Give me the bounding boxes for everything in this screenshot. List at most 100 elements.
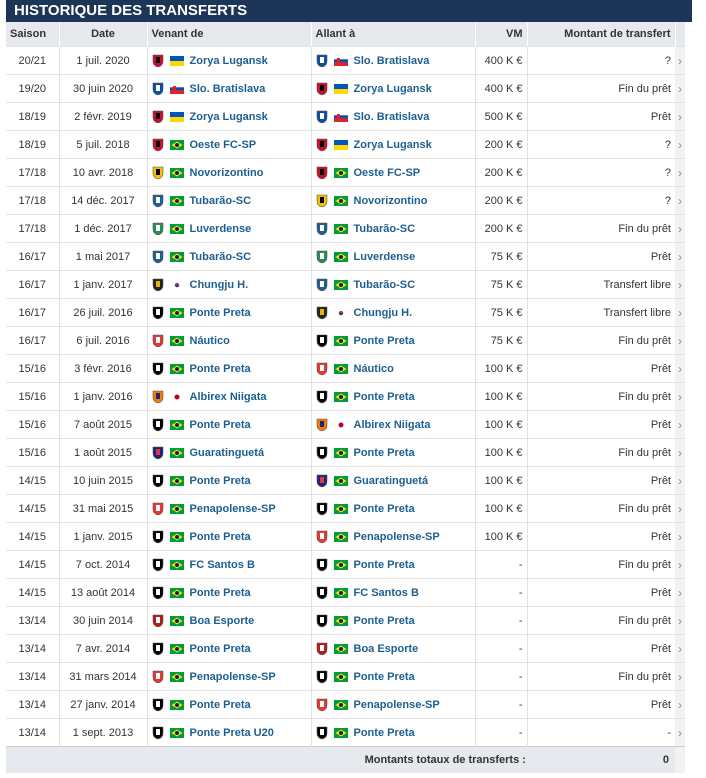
chevron-right-icon[interactable]: › — [675, 214, 685, 243]
table-row[interactable]: 15/16 3 févr. 2016 Ponte Preta Náutico 1… — [6, 354, 685, 383]
club-crest-icon[interactable] — [316, 670, 328, 684]
club-crest-icon[interactable] — [316, 614, 328, 628]
table-row[interactable]: 16/17 26 juil. 2016 Ponte Preta Chungju … — [6, 298, 685, 327]
from-club-link[interactable]: Albirex Niigata — [190, 391, 267, 403]
from-club-link[interactable]: Zorya Lugansk — [190, 55, 268, 67]
club-crest-icon[interactable] — [152, 166, 164, 180]
from-club-link[interactable]: Tubarão-SC — [190, 195, 252, 207]
from-club-link[interactable]: Oeste FC-SP — [190, 139, 257, 151]
from-club-link[interactable]: Ponte Preta — [190, 643, 251, 655]
club-crest-icon[interactable] — [316, 446, 328, 460]
to-club-link[interactable]: Ponte Preta — [354, 447, 415, 459]
club-crest-icon[interactable] — [152, 698, 164, 712]
club-crest-icon[interactable] — [152, 222, 164, 236]
club-crest-icon[interactable] — [152, 110, 164, 124]
club-crest-icon[interactable] — [316, 54, 328, 68]
chevron-right-icon[interactable]: › — [675, 662, 685, 691]
club-crest-icon[interactable] — [316, 642, 328, 656]
to-club-link[interactable]: Zorya Lugansk — [354, 139, 432, 151]
table-row[interactable]: 16/17 1 mai 2017 Tubarão-SC Luverdense 7… — [6, 242, 685, 271]
club-crest-icon[interactable] — [316, 138, 328, 152]
to-club-link[interactable]: Zorya Lugansk — [354, 83, 432, 95]
to-club-link[interactable]: Penapolense-SP — [354, 699, 440, 711]
table-row[interactable]: 15/16 1 janv. 2016 Albirex Niigata Ponte… — [6, 382, 685, 411]
from-club-link[interactable]: Ponte Preta — [190, 419, 251, 431]
table-row[interactable]: 14/15 10 juin 2015 Ponte Preta Guarating… — [6, 466, 685, 495]
club-crest-icon[interactable] — [152, 250, 164, 264]
club-crest-icon[interactable] — [316, 530, 328, 544]
from-club-link[interactable]: Ponte Preta — [190, 475, 251, 487]
to-club-link[interactable]: Tubarão-SC — [354, 279, 416, 291]
club-crest-icon[interactable] — [316, 334, 328, 348]
to-club-link[interactable]: Tubarão-SC — [354, 223, 416, 235]
from-club-link[interactable]: Slo. Bratislava — [190, 83, 266, 95]
table-row[interactable]: 20/21 1 juil. 2020 Zorya Lugansk Slo. Br… — [6, 46, 685, 75]
chevron-right-icon[interactable]: › — [675, 606, 685, 635]
table-row[interactable]: 13/14 27 janv. 2014 Ponte Preta Penapole… — [6, 690, 685, 719]
chevron-right-icon[interactable]: › — [675, 242, 685, 271]
club-crest-icon[interactable] — [316, 306, 328, 320]
to-club-link[interactable]: Ponte Preta — [354, 559, 415, 571]
from-club-link[interactable]: Ponte Preta — [190, 587, 251, 599]
chevron-right-icon[interactable]: › — [675, 578, 685, 607]
club-crest-icon[interactable] — [152, 82, 164, 96]
to-club-link[interactable]: Boa Esporte — [354, 643, 419, 655]
to-club-link[interactable]: Guaratinguetá — [354, 475, 429, 487]
to-club-link[interactable]: Penapolense-SP — [354, 531, 440, 543]
from-club-link[interactable]: Luverdense — [190, 223, 252, 235]
club-crest-icon[interactable] — [152, 726, 164, 740]
club-crest-icon[interactable] — [152, 530, 164, 544]
club-crest-icon[interactable] — [316, 586, 328, 600]
chevron-right-icon[interactable]: › — [675, 410, 685, 439]
from-club-link[interactable]: FC Santos B — [190, 559, 255, 571]
table-row[interactable]: 14/15 31 mai 2015 Penapolense-SP Ponte P… — [6, 494, 685, 523]
club-crest-icon[interactable] — [316, 698, 328, 712]
chevron-right-icon[interactable]: › — [675, 298, 685, 327]
club-crest-icon[interactable] — [152, 642, 164, 656]
club-crest-icon[interactable] — [152, 138, 164, 152]
club-crest-icon[interactable] — [152, 474, 164, 488]
table-row[interactable]: 18/19 5 juil. 2018 Oeste FC-SP Zorya Lug… — [6, 130, 685, 159]
to-club-link[interactable]: Ponte Preta — [354, 671, 415, 683]
column-header-season[interactable]: Saison — [6, 22, 60, 47]
from-club-link[interactable]: Ponte Preta U20 — [190, 727, 274, 739]
to-club-link[interactable]: Náutico — [354, 363, 394, 375]
from-club-link[interactable]: Náutico — [190, 335, 230, 347]
chevron-right-icon[interactable]: › — [675, 634, 685, 663]
chevron-right-icon[interactable]: › — [675, 326, 685, 355]
chevron-right-icon[interactable]: › — [675, 130, 685, 159]
column-header-from[interactable]: Venant de — [147, 22, 312, 47]
table-row[interactable]: 14/15 13 août 2014 Ponte Preta FC Santos… — [6, 578, 685, 607]
chevron-right-icon[interactable]: › — [675, 102, 685, 131]
to-club-link[interactable]: Albirex Niigata — [354, 419, 431, 431]
table-row[interactable]: 16/17 1 janv. 2017 Chungju H. Tubarão-SC… — [6, 270, 685, 299]
from-club-link[interactable]: Ponte Preta — [190, 307, 251, 319]
table-row[interactable]: 14/15 1 janv. 2015 Ponte Preta Penapolen… — [6, 522, 685, 551]
table-row[interactable]: 17/18 14 déc. 2017 Tubarão-SC Novorizont… — [6, 186, 685, 215]
club-crest-icon[interactable] — [152, 558, 164, 572]
from-club-link[interactable]: Zorya Lugansk — [190, 111, 268, 123]
club-crest-icon[interactable] — [316, 166, 328, 180]
from-club-link[interactable]: Chungju H. — [190, 279, 249, 291]
from-club-link[interactable]: Guaratinguetá — [190, 447, 265, 459]
table-row[interactable]: 17/18 10 avr. 2018 Novorizontino Oeste F… — [6, 158, 685, 187]
chevron-right-icon[interactable]: › — [675, 158, 685, 187]
table-row[interactable]: 13/14 7 avr. 2014 Ponte Preta Boa Esport… — [6, 634, 685, 663]
column-header-date[interactable]: Date — [59, 22, 148, 47]
to-club-link[interactable]: Oeste FC-SP — [354, 167, 421, 179]
table-row[interactable]: 13/14 1 sept. 2013 Ponte Preta U20 Ponte… — [6, 718, 685, 747]
club-crest-icon[interactable] — [152, 502, 164, 516]
club-crest-icon[interactable] — [316, 418, 328, 432]
club-crest-icon[interactable] — [152, 670, 164, 684]
club-crest-icon[interactable] — [316, 474, 328, 488]
from-club-link[interactable]: Boa Esporte — [190, 615, 255, 627]
chevron-right-icon[interactable]: › — [675, 186, 685, 215]
to-club-link[interactable]: Ponte Preta — [354, 335, 415, 347]
club-crest-icon[interactable] — [152, 418, 164, 432]
club-crest-icon[interactable] — [152, 614, 164, 628]
table-row[interactable]: 18/19 2 févr. 2019 Zorya Lugansk Slo. Br… — [6, 102, 685, 131]
chevron-right-icon[interactable]: › — [675, 494, 685, 523]
table-row[interactable]: 16/17 6 juil. 2016 Náutico Ponte Preta 7… — [6, 326, 685, 355]
club-crest-icon[interactable] — [152, 586, 164, 600]
from-club-link[interactable]: Ponte Preta — [190, 531, 251, 543]
